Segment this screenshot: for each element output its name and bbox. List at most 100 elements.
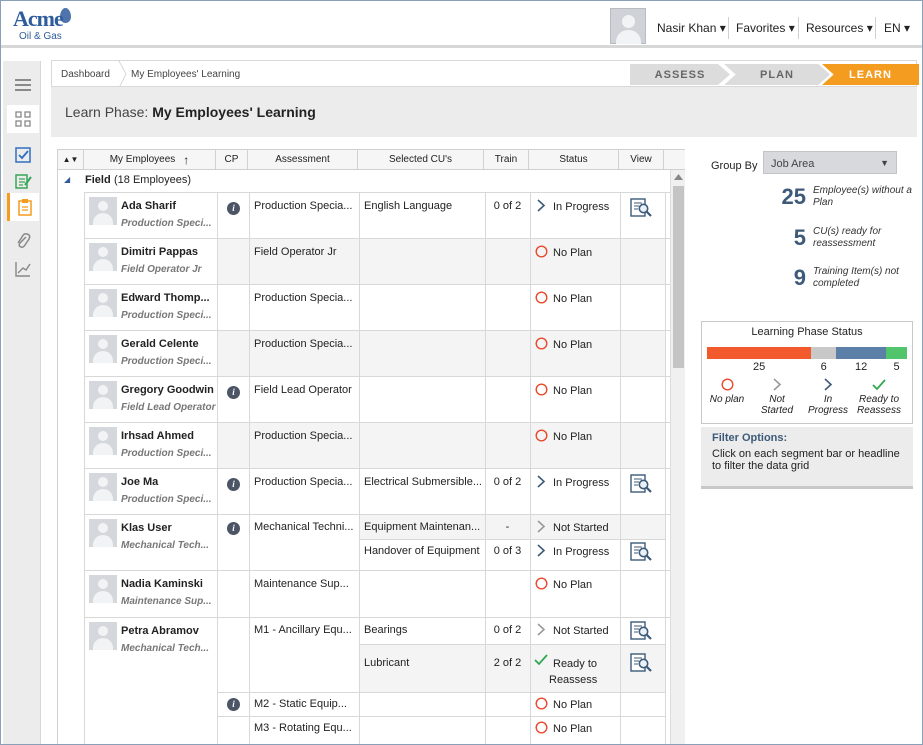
col-cp[interactable]: CP bbox=[216, 150, 248, 170]
employee-name[interactable]: Gregory Goodwin bbox=[121, 384, 215, 396]
employee-name[interactable]: Petra Abramov bbox=[121, 625, 215, 637]
group-row-field[interactable]: ◢ Field (18 Employees) bbox=[58, 170, 670, 192]
career-plan-info-icon[interactable]: i bbox=[227, 698, 240, 711]
table-row[interactable]: Gregory Goodwin Field Lead Operator i Field… bbox=[84, 376, 670, 423]
kpi-label: CU(s) ready for reassessment bbox=[813, 226, 882, 249]
no-plan-circle-icon bbox=[535, 697, 548, 713]
not-started-chevron-icon bbox=[536, 520, 546, 536]
view-details-icon[interactable] bbox=[630, 198, 652, 217]
status-segment-bar[interactable] bbox=[886, 347, 907, 359]
status-segment-bar[interactable] bbox=[707, 347, 812, 359]
employee-name[interactable]: Dimitri Pappas bbox=[121, 246, 215, 258]
table-row[interactable]: Joe Ma Production Speci... i Production Spe… bbox=[84, 468, 670, 515]
col-assessment[interactable]: Assessment bbox=[248, 150, 358, 170]
status-text: No Plan bbox=[553, 339, 593, 351]
legend-ready-to-reassess[interactable]: Ready to Reassess bbox=[852, 394, 906, 416]
table-row[interactable]: Irhsad Ahmed Production Speci... Productio… bbox=[84, 422, 670, 469]
group-by-select[interactable]: Job Area ▼ bbox=[763, 151, 897, 174]
col-view[interactable]: View bbox=[619, 150, 664, 170]
status-text: In Progress bbox=[553, 201, 610, 213]
train-cell: 0 of 2 bbox=[493, 476, 522, 488]
segment-count: 25 bbox=[752, 361, 766, 373]
user-menu[interactable]: Nasir Khan ▾ bbox=[657, 21, 726, 35]
table-row[interactable]: Ada Sharif Production Speci... i Production… bbox=[84, 192, 670, 239]
phase-plan[interactable]: PLAN bbox=[724, 64, 830, 85]
phase-learn[interactable]: LEARN bbox=[822, 64, 919, 85]
employee-name[interactable]: Edward Thomp... bbox=[121, 292, 215, 304]
employee-name[interactable]: Nadia Kaminski bbox=[121, 578, 215, 590]
user-name: Nasir Khan bbox=[657, 21, 717, 35]
kpi-value: 9 bbox=[793, 265, 806, 290]
view-details-icon[interactable] bbox=[630, 653, 652, 672]
employee-name[interactable]: Klas User bbox=[121, 522, 215, 534]
view-details-icon[interactable] bbox=[630, 621, 652, 640]
status-text: Not Started bbox=[553, 522, 609, 534]
career-plan-info-icon[interactable]: i bbox=[227, 202, 240, 215]
employee-name[interactable]: Ada Sharif bbox=[121, 200, 215, 212]
table-row[interactable]: Klas User Mechanical Tech... i Mechanical T… bbox=[84, 514, 670, 571]
dashboard-grid-icon[interactable] bbox=[7, 105, 39, 133]
breadcrumb: Dashboard My Employees' Learning ASSESS … bbox=[51, 60, 919, 88]
app-window: Acme Oil & Gas Nasir Khan ▾ Favorites ▾ … bbox=[0, 0, 923, 745]
legend-no-plan[interactable]: No plan bbox=[700, 394, 754, 405]
career-plan-info-icon[interactable]: i bbox=[227, 522, 240, 535]
language-menu[interactable]: EN ▾ bbox=[884, 21, 910, 35]
phase-assess[interactable]: ASSESS bbox=[630, 64, 730, 85]
no-plan-circle-icon bbox=[535, 383, 548, 399]
assess-checklist-icon[interactable] bbox=[7, 141, 39, 169]
hamburger-menu-icon[interactable] bbox=[7, 71, 39, 99]
breadcrumb-dashboard[interactable]: Dashboard bbox=[61, 69, 110, 80]
status-text: No Plan bbox=[553, 385, 593, 397]
employee-name[interactable]: Joe Ma bbox=[121, 476, 215, 488]
legend-not-started[interactable]: Not Started bbox=[750, 394, 804, 416]
favorites-menu[interactable]: Favorites ▾ bbox=[736, 21, 795, 35]
collapse-group-icon[interactable]: ◢ bbox=[64, 175, 70, 184]
assessment-cell: Production Specia... bbox=[254, 292, 353, 304]
assessment-cell: Field Lead Operator bbox=[254, 384, 352, 396]
employee-job: Maintenance Sup... bbox=[121, 596, 212, 607]
segment-count: 12 bbox=[855, 361, 868, 373]
status-box-title: Learning Phase Status bbox=[751, 326, 863, 338]
plan-edit-icon[interactable] bbox=[7, 167, 39, 195]
company-logo[interactable]: Acme Oil & Gas bbox=[13, 6, 83, 44]
assessment-cell: Maintenance Sup... bbox=[254, 578, 349, 590]
table-row[interactable]: Edward Thomp... Production Speci... Produc… bbox=[84, 284, 670, 331]
no-plan-circle-icon bbox=[535, 291, 548, 307]
employee-name[interactable]: Irhsad Ahmed bbox=[121, 430, 215, 442]
col-my-employees[interactable]: My Employees ↑ bbox=[84, 150, 216, 170]
in-progress-chevron-icon bbox=[536, 544, 546, 560]
status-segment-bar[interactable] bbox=[811, 347, 837, 359]
table-row[interactable]: Gerald Celente Production Speci... Product… bbox=[84, 330, 670, 377]
reports-chart-icon[interactable] bbox=[7, 255, 39, 283]
page-title-name: My Employees' Learning bbox=[152, 104, 316, 120]
table-row[interactable]: Dimitri Pappas Field Operator Jr Field Ope… bbox=[84, 238, 670, 285]
employee-name[interactable]: Gerald Celente bbox=[121, 338, 215, 350]
view-details-icon[interactable] bbox=[630, 542, 652, 561]
resources-menu[interactable]: Resources ▾ bbox=[806, 21, 873, 35]
left-sidebar bbox=[3, 61, 41, 744]
status-text: In Progress bbox=[553, 477, 610, 489]
view-details-icon[interactable] bbox=[630, 474, 652, 493]
logo-drop-icon bbox=[60, 8, 71, 23]
table-row[interactable]: Nadia Kaminski Maintenance Sup... Maintena… bbox=[84, 570, 670, 618]
status-segment-bar[interactable] bbox=[836, 347, 887, 359]
col-status[interactable]: Status bbox=[529, 150, 619, 170]
career-plan-info-icon[interactable]: i bbox=[227, 478, 240, 491]
assessment-cell: M1 - Ancillary Equ... bbox=[254, 624, 352, 636]
user-avatar[interactable] bbox=[610, 8, 646, 44]
status-text: No Plan bbox=[553, 247, 593, 259]
learn-document-icon[interactable] bbox=[7, 193, 39, 221]
employee-job: Field Lead Operator bbox=[121, 402, 216, 413]
expand-collapse-all-toggle[interactable]: ▲▼ bbox=[58, 150, 84, 170]
kpi-label: Employee(s) without a Plan bbox=[813, 185, 912, 208]
attachment-icon[interactable] bbox=[7, 227, 39, 255]
col-train[interactable]: Train bbox=[484, 150, 529, 170]
grid-scrollbar[interactable] bbox=[670, 170, 685, 744]
scrollbar-thumb[interactable] bbox=[673, 186, 684, 368]
table-row[interactable]: Petra Abramov Mechanical Tech... M1 - Anci… bbox=[84, 617, 670, 744]
legend-in-progress[interactable]: In Progress bbox=[801, 394, 855, 416]
col-cp-label: CP bbox=[224, 154, 239, 165]
career-plan-info-icon[interactable]: i bbox=[227, 386, 240, 399]
sort-arrow-icon: ↑ bbox=[183, 152, 190, 167]
col-selected-cus[interactable]: Selected CU's bbox=[358, 150, 484, 170]
